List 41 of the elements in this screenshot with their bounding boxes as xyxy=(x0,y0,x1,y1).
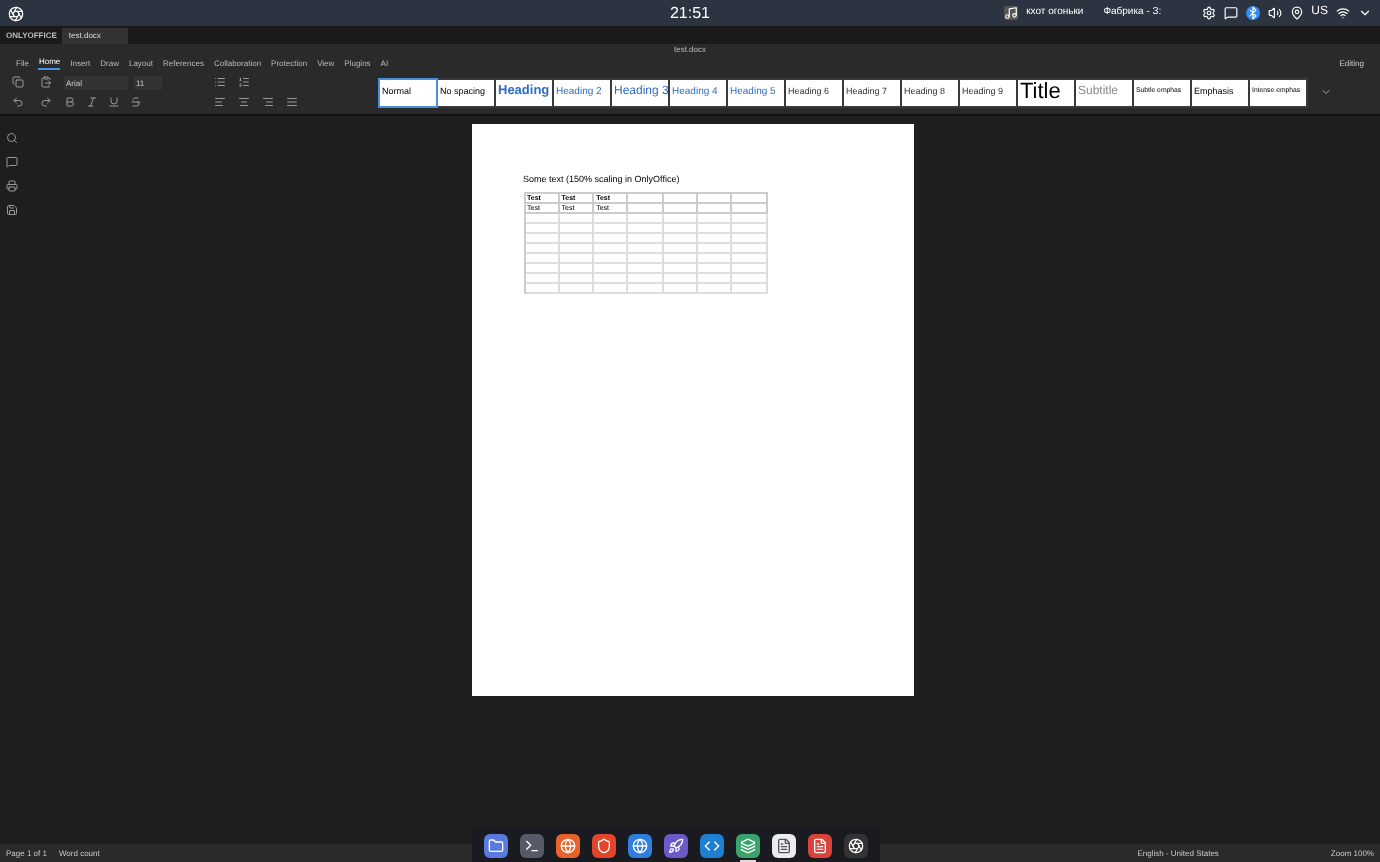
style-preset[interactable]: Title xyxy=(1018,79,1074,105)
document-icon[interactable] xyxy=(808,833,832,857)
aperture-icon[interactable] xyxy=(844,833,868,857)
document-icon[interactable] xyxy=(772,833,796,857)
save-icon[interactable] xyxy=(6,204,18,216)
folder-icon[interactable] xyxy=(484,833,508,857)
chat-icon[interactable] xyxy=(1223,6,1238,20)
align-right-icon[interactable] xyxy=(262,96,274,108)
bold-icon[interactable] xyxy=(64,96,76,108)
shield-icon[interactable] xyxy=(592,833,616,857)
rocket-icon[interactable] xyxy=(664,833,688,857)
paste-icon[interactable] xyxy=(40,76,52,88)
align-center-icon[interactable] xyxy=(238,96,250,108)
volume-icon[interactable] xyxy=(1267,6,1282,20)
launcher-icon[interactable] xyxy=(8,5,24,21)
layers-icon[interactable] xyxy=(736,833,760,857)
printer-icon[interactable] xyxy=(6,180,18,192)
search-icon[interactable] xyxy=(6,132,18,144)
comment-icon[interactable] xyxy=(6,156,18,168)
undo-icon[interactable] xyxy=(12,96,24,108)
bullet-list-icon[interactable] xyxy=(214,76,226,88)
align-left-icon[interactable] xyxy=(214,96,226,108)
underline-icon[interactable] xyxy=(108,96,120,108)
justify-icon[interactable] xyxy=(286,96,298,108)
bluetooth-icon[interactable] xyxy=(1245,6,1260,20)
globe-icon[interactable] xyxy=(628,833,652,857)
clock: 21:51 xyxy=(669,1,711,25)
settings-icon[interactable] xyxy=(1201,6,1216,20)
gallery-expand-icon[interactable] xyxy=(1320,86,1332,98)
music-icon[interactable] xyxy=(1004,6,1019,20)
globe-icon[interactable] xyxy=(556,833,580,857)
location-icon[interactable] xyxy=(1289,6,1304,20)
terminal-icon[interactable] xyxy=(520,833,544,857)
italic-icon[interactable] xyxy=(86,96,98,108)
wifi-icon[interactable] xyxy=(1336,6,1350,20)
strikethrough-icon[interactable] xyxy=(130,96,142,108)
redo-icon[interactable] xyxy=(40,96,52,108)
code-icon[interactable] xyxy=(700,833,724,857)
numbered-list-icon[interactable] xyxy=(238,76,250,88)
chevron-down-icon[interactable] xyxy=(1358,6,1372,20)
copy-icon[interactable] xyxy=(12,76,24,88)
